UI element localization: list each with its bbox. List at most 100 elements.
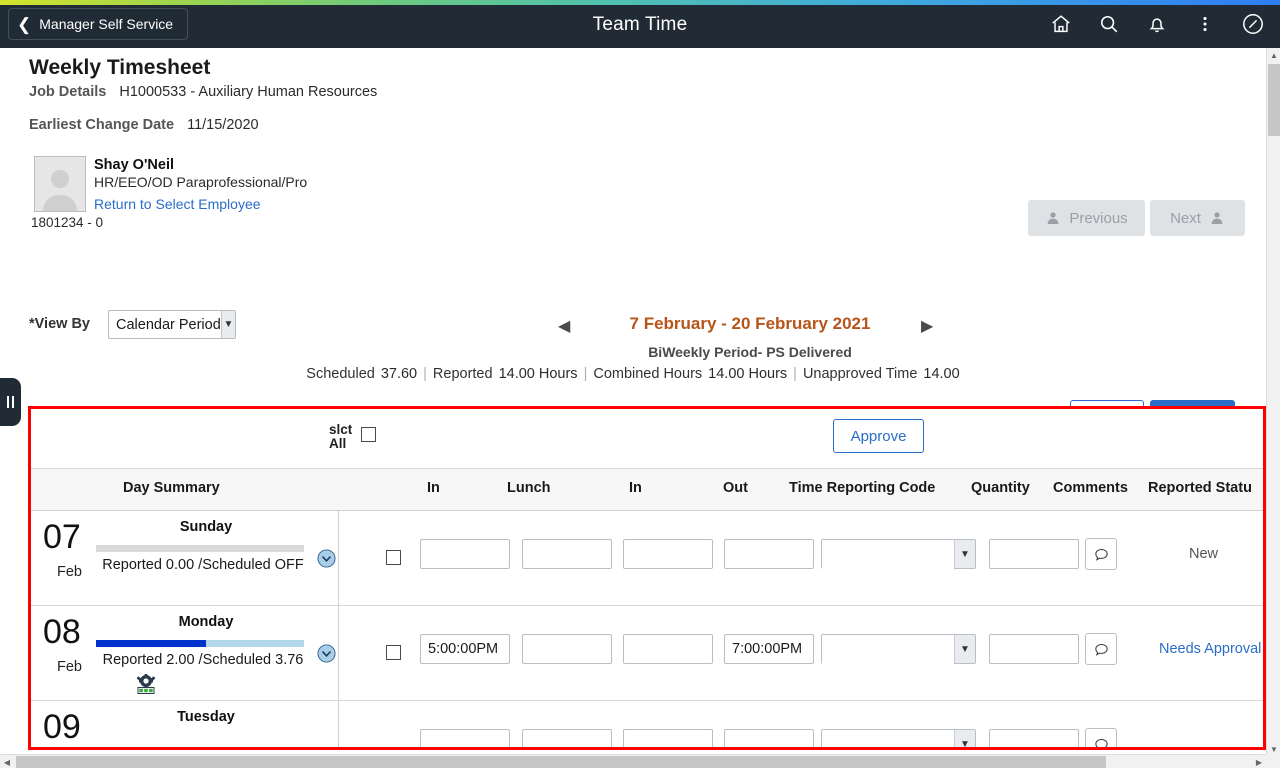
in-2-input[interactable] <box>623 634 713 664</box>
chevron-down-icon[interactable]: ▼ <box>221 311 235 338</box>
scroll-up-arrow-icon[interactable]: ▲ <box>1267 48 1280 62</box>
column-header-day-summary: Day Summary <box>123 480 220 496</box>
time-reporting-code-select[interactable]: ▼ <box>821 729 976 750</box>
scroll-left-arrow-icon[interactable]: ◀ <box>0 755 14 769</box>
day-month: Feb <box>57 659 82 675</box>
comment-bubble-icon <box>1093 546 1110 563</box>
quantity-input[interactable] <box>989 729 1079 750</box>
day-number: 09 <box>43 709 81 745</box>
page-title: Weekly Timesheet <box>29 56 210 80</box>
time-reporting-code-value[interactable] <box>822 730 954 750</box>
day-name: Sunday <box>101 519 311 535</box>
column-header-in-1: In <box>427 480 440 496</box>
expand-day-icon[interactable] <box>317 549 336 568</box>
quantity-input[interactable] <box>989 634 1079 664</box>
previous-employee-button[interactable]: Previous <box>1028 200 1145 236</box>
comment-bubble-icon <box>1093 641 1110 658</box>
day-number: 07 <box>43 519 81 555</box>
unapproved-time-label: Unapproved Time <box>803 366 917 382</box>
previous-button-label: Previous <box>1069 210 1127 227</box>
view-by-select[interactable]: Calendar Period ▼ <box>108 310 236 339</box>
day-name: Tuesday <box>101 709 311 725</box>
time-reporting-code-select[interactable]: ▼ <box>821 634 976 664</box>
unapproved-time-value: 14.00 <box>923 366 959 382</box>
day-progress-fill <box>96 640 206 647</box>
quantity-input[interactable] <box>989 539 1079 569</box>
time-reporting-code-value[interactable] <box>822 635 954 665</box>
reported-label: Reported <box>433 366 493 382</box>
time-reporting-code-select[interactable]: ▼ <box>821 539 976 569</box>
comments-button[interactable] <box>1085 728 1117 750</box>
more-vertical-icon[interactable] <box>1188 7 1222 41</box>
out-input[interactable] <box>724 634 814 664</box>
in-1-input[interactable] <box>420 729 510 750</box>
next-employee-button[interactable]: Next <box>1150 200 1245 236</box>
lunch-input[interactable] <box>522 634 612 664</box>
in-1-input[interactable] <box>420 634 510 664</box>
day-name: Monday <box>101 614 311 630</box>
job-details-row: Job Details H1000533 - Auxiliary Human R… <box>29 84 377 100</box>
pause-bars-icon <box>7 396 14 408</box>
lunch-input[interactable] <box>522 729 612 750</box>
timesheet-grid: slct All Approve Day Summary In Lunch In… <box>31 409 1263 747</box>
day-summary-cell: 08 Feb Monday Reported 2.00 /Scheduled 3… <box>31 606 339 700</box>
comments-button[interactable] <box>1085 538 1117 570</box>
return-to-select-employee-link[interactable]: Return to Select Employee <box>94 196 261 212</box>
approve-button[interactable]: Approve <box>833 419 924 453</box>
reported-status[interactable]: Needs Approval <box>1159 641 1261 657</box>
comments-button[interactable] <box>1085 633 1117 665</box>
grid-rows: 07 Feb Sunday Reported 0.00 /Scheduled O… <box>31 511 1263 750</box>
column-header-lunch: Lunch <box>507 480 551 496</box>
collapse-panel-handle[interactable] <box>0 378 21 426</box>
scroll-right-arrow-icon[interactable]: ▶ <box>1252 755 1266 769</box>
previous-period-arrow-icon[interactable]: ◀ <box>558 316 570 336</box>
in-2-input[interactable] <box>623 539 713 569</box>
chevron-down-icon[interactable]: ▼ <box>954 540 975 568</box>
chevron-down-icon[interactable]: ▼ <box>954 635 975 663</box>
grid-column-headers: Day Summary In Lunch In Out Time Reporti… <box>31 469 1263 511</box>
time-reporting-code-value[interactable] <box>822 540 954 570</box>
employee-name: Shay O'Neil <box>94 157 174 173</box>
table-row: 09 Tuesday ▼ <box>31 701 1263 750</box>
chevron-down-icon[interactable]: ▼ <box>954 730 975 750</box>
next-period-arrow-icon[interactable]: ▶ <box>921 316 933 336</box>
scheduled-value: 37.60 <box>381 366 417 382</box>
reported-value: 14.00 Hours <box>499 366 578 382</box>
in-1-input[interactable] <box>420 539 510 569</box>
select-all-control[interactable]: slct All <box>329 423 376 451</box>
home-icon[interactable] <box>1044 7 1078 41</box>
expand-day-icon[interactable] <box>317 644 336 663</box>
job-details-value: H1000533 - Auxiliary Human Resources <box>119 84 377 100</box>
period-subtitle: BiWeekly Period- PS Delivered <box>586 344 914 360</box>
day-reported-scheduled: Reported 2.00 /Scheduled 3.76 <box>97 652 309 668</box>
horizontal-scrollbar-thumb[interactable] <box>16 756 1106 768</box>
earliest-change-date-value: 11/15/2020 <box>187 117 259 133</box>
horizontal-scrollbar[interactable]: ◀ ▶ <box>0 754 1266 768</box>
vertical-scrollbar-thumb[interactable] <box>1268 64 1280 136</box>
combined-hours-label: Combined Hours <box>593 366 702 382</box>
schedule-rule-gear-icon <box>135 674 157 694</box>
select-all-checkbox[interactable] <box>361 427 376 442</box>
combined-hours-value: 14.00 Hours <box>708 366 787 382</box>
next-button-label: Next <box>1170 210 1201 227</box>
row-select-checkbox[interactable] <box>386 550 401 565</box>
lunch-input[interactable] <box>522 539 612 569</box>
totals-divider: | <box>793 366 797 382</box>
out-input[interactable] <box>724 729 814 750</box>
row-select-checkbox[interactable] <box>386 645 401 660</box>
scheduled-label: Scheduled <box>306 366 375 382</box>
in-2-input[interactable] <box>623 729 713 750</box>
select-all-label-line2: All <box>329 437 359 451</box>
column-header-time-reporting-code: Time Reporting Code <box>789 480 935 496</box>
scrollbar-corner <box>1266 754 1280 768</box>
bell-icon[interactable] <box>1140 7 1174 41</box>
day-month: Feb <box>57 564 82 580</box>
vertical-scrollbar[interactable]: ▲ ▼ <box>1266 48 1280 756</box>
search-icon[interactable] <box>1092 7 1126 41</box>
nav-compass-icon[interactable] <box>1236 7 1270 41</box>
select-all-label: slct All <box>329 423 359 451</box>
comment-bubble-icon <box>1093 736 1110 751</box>
view-by-selected-value: Calendar Period <box>109 311 221 338</box>
select-all-label-line1: slct <box>329 423 359 437</box>
out-input[interactable] <box>724 539 814 569</box>
